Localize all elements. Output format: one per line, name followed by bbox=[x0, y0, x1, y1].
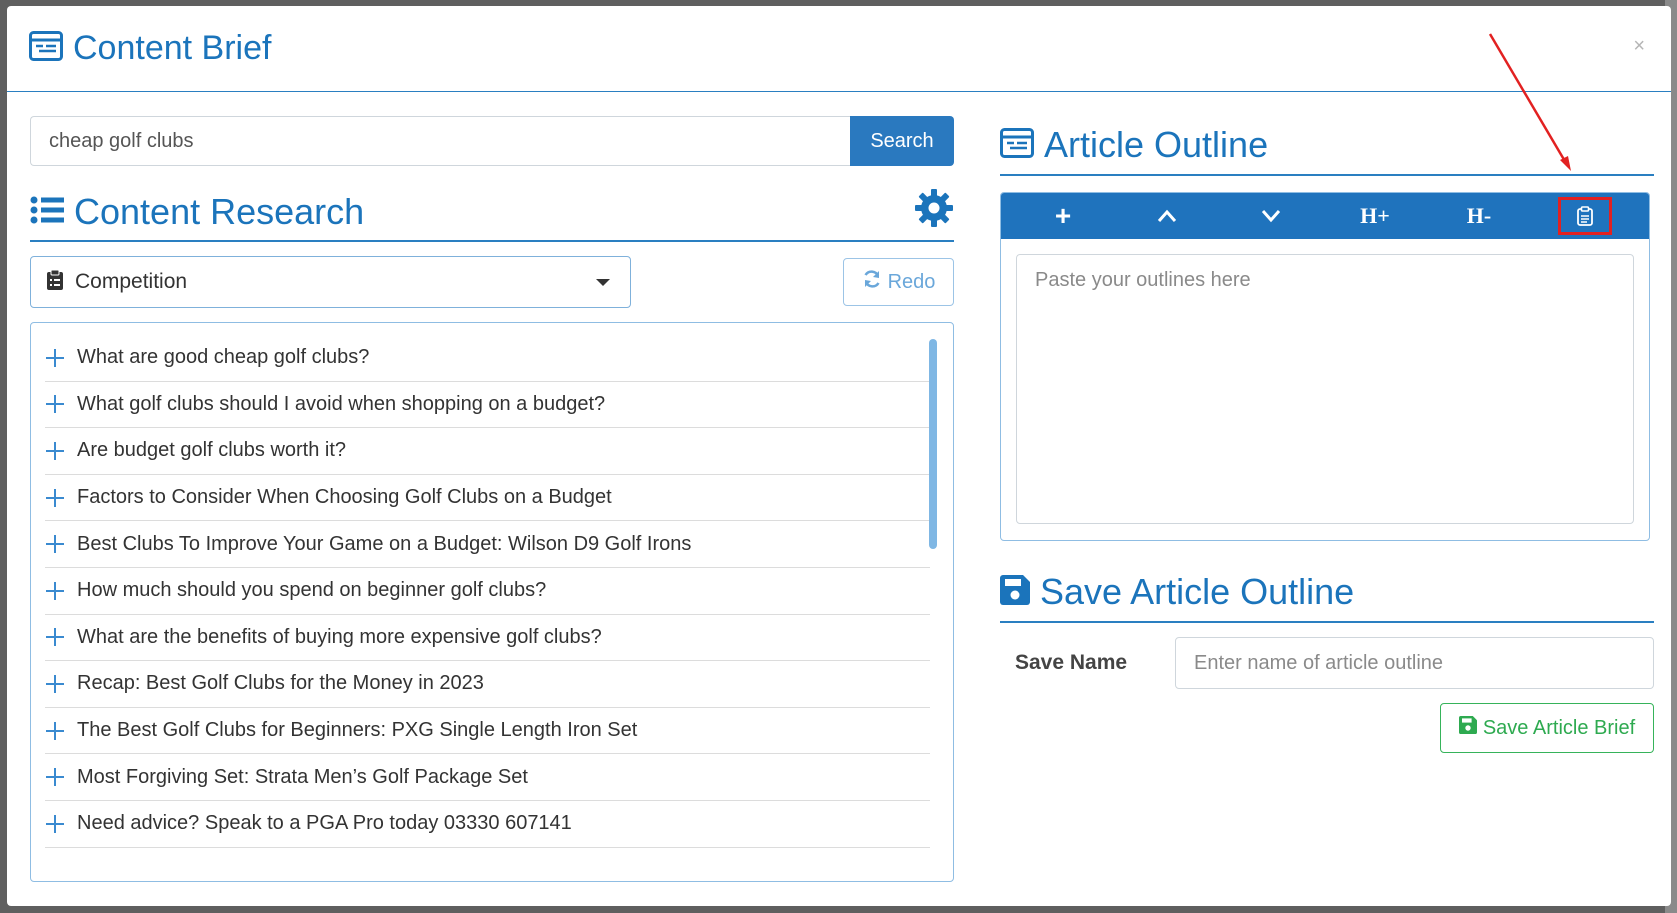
add-outline-button[interactable]: + bbox=[1038, 197, 1088, 235]
modal-title: Content Brief bbox=[73, 29, 272, 67]
research-list-item[interactable]: What are the benefits of buying more exp… bbox=[45, 615, 930, 662]
floppy-disk-icon bbox=[1000, 574, 1030, 610]
outline-editor: + H+ H- bbox=[1000, 192, 1650, 541]
plus-icon[interactable] bbox=[45, 767, 65, 787]
search-input[interactable] bbox=[30, 116, 850, 166]
research-list-item[interactable]: Are budget golf clubs worth it? bbox=[45, 428, 930, 475]
refresh-icon bbox=[862, 269, 882, 295]
chevron-down-icon bbox=[596, 279, 610, 286]
research-item-text: Most Forgiving Set: Strata Men’s Golf Pa… bbox=[77, 765, 528, 788]
search-button[interactable]: Search bbox=[850, 116, 954, 166]
research-list-item[interactable]: Most Forgiving Set: Strata Men’s Golf Pa… bbox=[45, 754, 930, 801]
plus-icon[interactable] bbox=[45, 627, 65, 647]
floppy-disk-icon bbox=[1458, 716, 1477, 740]
research-item-text: How much should you spend on beginner go… bbox=[77, 579, 547, 602]
research-item-text: What golf clubs should I avoid when shop… bbox=[77, 392, 606, 415]
clipboard-icon bbox=[1577, 206, 1593, 226]
research-item-text: Factors to Consider When Choosing Golf C… bbox=[77, 486, 612, 509]
clipboard-list-icon bbox=[47, 269, 63, 295]
paste-clipboard-button[interactable] bbox=[1558, 197, 1612, 235]
close-button[interactable]: × bbox=[1633, 36, 1645, 56]
save-name-label: Save Name bbox=[1015, 651, 1128, 674]
content-research-title: Content Research bbox=[74, 191, 365, 232]
plus-icon[interactable] bbox=[45, 721, 65, 741]
redo-label: Redo bbox=[887, 270, 936, 293]
modal-header: Content Brief × bbox=[7, 6, 1671, 92]
research-list-panel: What are good cheap golf clubs? What golf… bbox=[30, 322, 954, 882]
plus-icon[interactable] bbox=[45, 674, 65, 694]
research-list-item[interactable]: What golf clubs should I avoid when shop… bbox=[45, 382, 930, 429]
research-item-text: What are the benefits of buying more exp… bbox=[77, 625, 602, 648]
move-up-button[interactable] bbox=[1142, 197, 1192, 235]
plus-icon[interactable] bbox=[45, 488, 65, 508]
plus-icon[interactable] bbox=[45, 534, 65, 554]
content-research-header: Content Research bbox=[30, 184, 954, 242]
save-name-input[interactable] bbox=[1175, 637, 1654, 689]
research-list-item[interactable]: Factors to Consider When Choosing Golf C… bbox=[45, 475, 930, 522]
heading-down-button[interactable]: H- bbox=[1454, 197, 1504, 235]
research-list-item[interactable]: Need advice? Speak to a PGA Pro today 03… bbox=[45, 801, 930, 848]
save-name-row: Save Name bbox=[1000, 637, 1654, 689]
chevron-up-icon bbox=[1157, 209, 1177, 222]
research-item-text: Need advice? Speak to a PGA Pro today 03… bbox=[77, 812, 572, 835]
research-item-text: Recap: Best Golf Clubs for the Money in … bbox=[77, 672, 484, 695]
research-list-item[interactable]: Recap: Best Golf Clubs for the Money in … bbox=[45, 661, 930, 708]
plus-icon[interactable] bbox=[45, 581, 65, 601]
research-controls: Competition Redo bbox=[30, 256, 954, 308]
plus-icon[interactable] bbox=[45, 814, 65, 834]
plus-icon[interactable] bbox=[45, 394, 65, 414]
brief-icon bbox=[29, 31, 63, 66]
plus-icon[interactable] bbox=[45, 348, 65, 368]
research-list-item[interactable]: Best Clubs To Improve Your Game on a Bud… bbox=[45, 521, 930, 568]
select-value: Competition bbox=[75, 270, 188, 293]
chevron-down-icon bbox=[1261, 210, 1281, 223]
list-icon bbox=[30, 195, 64, 230]
move-down-button[interactable] bbox=[1246, 197, 1296, 235]
plus-icon[interactable] bbox=[45, 441, 65, 461]
heading-up-button[interactable]: H+ bbox=[1350, 197, 1400, 235]
save-outline-title: Save Article Outline bbox=[1040, 571, 1355, 612]
search-bar: Search bbox=[30, 116, 954, 166]
content-brief-modal: Content Brief × Search Content Research bbox=[7, 6, 1671, 906]
left-column: Search Content Research bbox=[30, 116, 954, 882]
save-button-wrap: Save Article Brief bbox=[1000, 703, 1654, 753]
save-article-brief-button[interactable]: Save Article Brief bbox=[1440, 703, 1654, 753]
research-item-text: Are budget golf clubs worth it? bbox=[77, 439, 347, 462]
research-item-text: What are good cheap golf clubs? bbox=[77, 346, 370, 369]
outline-toolbar: + H+ H- bbox=[1001, 193, 1649, 239]
redo-button[interactable]: Redo bbox=[843, 258, 954, 306]
research-list: What are good cheap golf clubs? What golf… bbox=[45, 335, 930, 848]
article-outline-title: Article Outline bbox=[1044, 124, 1269, 165]
right-column: Article Outline + H+ H- Paste your outli… bbox=[1000, 116, 1654, 753]
gear-icon[interactable] bbox=[914, 188, 954, 233]
outline-textarea[interactable] bbox=[1016, 254, 1634, 524]
save-outline-header: Save Article Outline bbox=[1000, 563, 1654, 623]
save-article-brief-label: Save Article Brief bbox=[1482, 716, 1636, 739]
scrollbar[interactable] bbox=[929, 339, 937, 549]
research-item-text: The Best Golf Clubs for Beginners: PXG S… bbox=[77, 719, 638, 742]
research-type-select[interactable]: Competition bbox=[30, 256, 631, 308]
article-outline-header: Article Outline bbox=[1000, 116, 1654, 176]
research-list-item[interactable]: What are good cheap golf clubs? bbox=[45, 335, 930, 382]
research-list-item[interactable]: How much should you spend on beginner go… bbox=[45, 568, 930, 615]
research-item-text: Best Clubs To Improve Your Game on a Bud… bbox=[77, 532, 692, 555]
outline-icon bbox=[1000, 127, 1034, 163]
research-list-item[interactable]: The Best Golf Clubs for Beginners: PXG S… bbox=[45, 708, 930, 755]
